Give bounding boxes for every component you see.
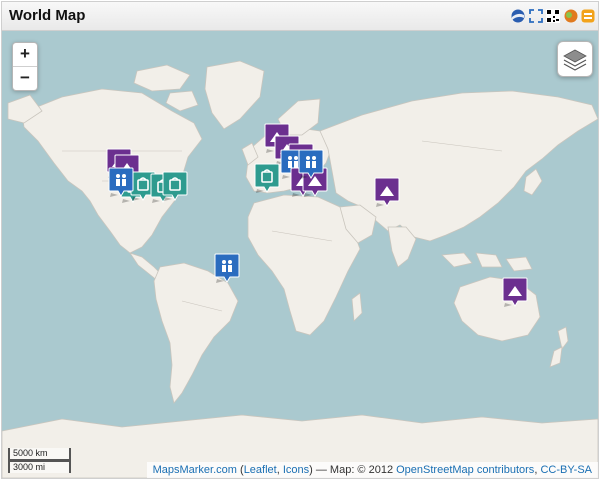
scale-bar: 5000 km 3000 mi bbox=[8, 448, 71, 473]
zoom-control: + − bbox=[12, 42, 38, 91]
layers-button[interactable] bbox=[557, 41, 593, 77]
wikitude-icon[interactable] bbox=[581, 9, 595, 23]
attribution-copyright: ) — Map: © 2012 bbox=[309, 464, 397, 476]
google-earth-icon[interactable] bbox=[511, 9, 525, 23]
mountain-icon bbox=[502, 277, 528, 307]
attribution: MapsMarker.com (Leaflet, Icons) — Map: ©… bbox=[146, 462, 598, 478]
marker-mountain-purple[interactable] bbox=[502, 277, 528, 307]
mountain-icon bbox=[374, 177, 400, 207]
marker-family-blue[interactable] bbox=[108, 167, 134, 197]
geo-rss-icon[interactable] bbox=[564, 9, 578, 23]
map-widget: World Map + − 5000 km 3000 mi MapsMarker… bbox=[1, 1, 599, 479]
shopping-icon bbox=[162, 171, 188, 201]
qr-code-icon[interactable] bbox=[546, 9, 560, 23]
icons-link[interactable]: Icons bbox=[283, 464, 309, 476]
license-link[interactable]: CC-BY-SA bbox=[540, 464, 592, 476]
family-icon bbox=[214, 253, 240, 283]
marker-shopping-teal[interactable] bbox=[162, 171, 188, 201]
scale-mi: 3000 mi bbox=[8, 460, 71, 473]
family-icon bbox=[298, 149, 324, 179]
leaflet-link[interactable]: Leaflet bbox=[244, 464, 277, 476]
zoom-out-button[interactable]: − bbox=[13, 66, 37, 90]
osm-link[interactable]: OpenStreetMap contributors bbox=[396, 464, 534, 476]
marker-family-blue[interactable] bbox=[298, 149, 324, 179]
world-basemap bbox=[2, 60, 598, 478]
map-canvas[interactable]: + − 5000 km 3000 mi MapsMarker.com (Leaf… bbox=[2, 31, 598, 478]
map-title: World Map bbox=[9, 7, 86, 24]
marker-shopping-teal[interactable] bbox=[254, 163, 280, 193]
attribution-paren: ( bbox=[236, 464, 244, 476]
marker-family-blue[interactable] bbox=[214, 253, 240, 283]
shopping-icon bbox=[254, 163, 280, 193]
zoom-in-button[interactable]: + bbox=[13, 43, 37, 66]
marker-mountain-purple[interactable] bbox=[374, 177, 400, 207]
layers-icon bbox=[563, 49, 587, 71]
mapsmarker-link[interactable]: MapsMarker.com bbox=[153, 464, 237, 476]
family-icon bbox=[108, 167, 134, 197]
fullscreen-icon[interactable] bbox=[529, 9, 543, 23]
title-bar: World Map bbox=[2, 2, 598, 31]
